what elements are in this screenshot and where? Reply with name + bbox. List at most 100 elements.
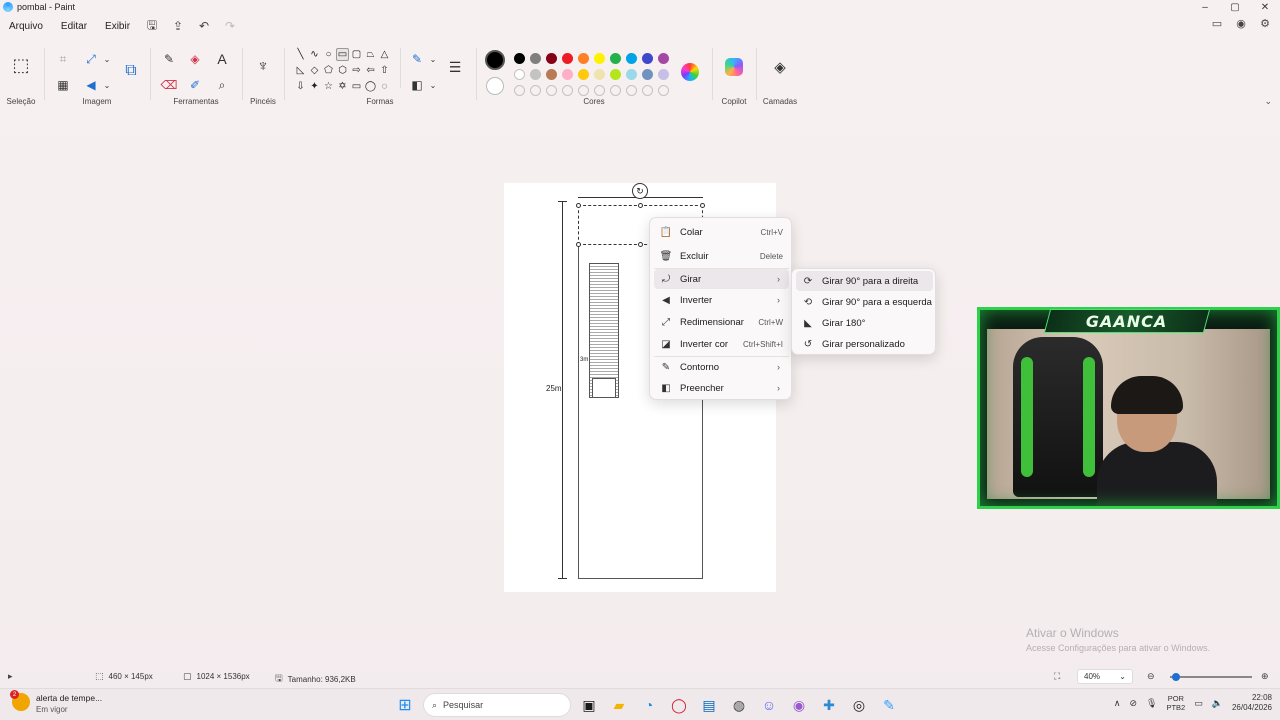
brush-icon[interactable]: ♆ <box>254 58 272 76</box>
selection-handle[interactable] <box>638 203 643 208</box>
weather-widget[interactable]: 2 alerta de tempe... Em vigor <box>10 690 102 714</box>
up-arrow-shape-icon[interactable]: ⇧ <box>378 64 391 77</box>
eraser-icon[interactable]: ⌫ <box>160 76 178 94</box>
custom-color-slot[interactable] <box>562 85 573 96</box>
rectangle-shape-icon[interactable]: ▭ <box>336 48 349 61</box>
color-swatch[interactable] <box>610 53 621 64</box>
rotate-handle-icon[interactable]: ↻ <box>632 183 648 199</box>
redo-icon[interactable]: ↷ <box>217 17 243 35</box>
copilot-icon[interactable] <box>725 58 743 76</box>
secondary-color-swatch[interactable] <box>486 77 504 95</box>
fill-bucket-icon[interactable]: ◈ <box>186 50 204 68</box>
color-swatch[interactable] <box>546 53 557 64</box>
menu-editar[interactable]: Editar <box>52 21 96 32</box>
hexagon-shape-icon[interactable]: ⬡ <box>336 64 349 77</box>
edit-colors-icon[interactable] <box>681 63 699 81</box>
down-arrow-shape-icon[interactable]: ⇩ <box>294 80 307 93</box>
left-arrow-shape-icon[interactable]: ⇦ <box>364 64 377 77</box>
rotate-custom[interactable]: ↺ Girar personalizado <box>796 334 933 354</box>
color-swatch[interactable] <box>546 69 557 80</box>
custom-color-slot[interactable] <box>530 85 541 96</box>
paint-taskbar-icon[interactable]: ✎ <box>877 693 901 717</box>
outline-dropdown-icon[interactable]: ⌄ <box>424 50 442 68</box>
opera-icon[interactable]: ◯ <box>667 693 691 717</box>
color-swatch[interactable] <box>578 69 589 80</box>
save-icon[interactable]: 🖫 <box>139 17 165 35</box>
six-point-star-icon[interactable]: ✡ <box>336 80 349 93</box>
custom-color-slot[interactable] <box>626 85 637 96</box>
ctx-fill[interactable]: ◧ Preencher › <box>654 378 789 398</box>
close-button[interactable]: ✕ <box>1250 0 1280 14</box>
custom-color-slot[interactable] <box>578 85 589 96</box>
ctx-invert-color[interactable]: ◪ Inverter cor Ctrl+Shift+I <box>654 334 789 354</box>
color-swatch[interactable] <box>514 53 525 64</box>
right-triangle-shape-icon[interactable]: ◺ <box>294 64 307 77</box>
five-point-star-icon[interactable]: ☆ <box>322 80 335 93</box>
callout-rect-icon[interactable]: ▭ <box>350 80 363 93</box>
ctx-resize[interactable]: ⤢ Redimensionar Ctrl+W <box>654 312 789 332</box>
color-picker-icon[interactable]: ✐ <box>186 76 204 94</box>
volume-icon[interactable]: 🔈 <box>1212 698 1223 709</box>
discord-icon[interactable]: ☺ <box>757 693 781 717</box>
custom-color-slot[interactable] <box>514 85 525 96</box>
custom-color-slot[interactable] <box>642 85 653 96</box>
color-swatch[interactable] <box>658 69 669 80</box>
edge-icon[interactable]: ◔ <box>637 693 661 717</box>
tray-overflow-icon[interactable]: ∧ <box>1114 698 1121 709</box>
file-explorer-icon[interactable]: ▰ <box>607 693 631 717</box>
ctx-rotate[interactable]: ⤾ Girar › <box>654 269 789 289</box>
remove-background-icon[interactable]: ⧉ <box>122 62 140 80</box>
app-icon-2[interactable]: ◉ <box>787 693 811 717</box>
color-swatch[interactable] <box>610 69 621 80</box>
color-swatch[interactable] <box>642 53 653 64</box>
account-icon[interactable]: ◉ <box>1234 16 1248 30</box>
resize-dropdown-icon[interactable]: ⌄ <box>98 50 116 68</box>
ctx-paste[interactable]: 📋 Colar Ctrl+V <box>654 222 789 242</box>
minimize-button[interactable]: – <box>1190 0 1220 14</box>
pencil-icon[interactable]: ✎ <box>160 50 178 68</box>
ctx-flip[interactable]: ◀ Inverter › <box>654 290 789 310</box>
rotate-180[interactable]: ◣ Girar 180° <box>796 313 933 333</box>
line-shape-icon[interactable]: ╲ <box>294 48 307 61</box>
magnifier-icon[interactable]: ⌕ <box>213 76 231 94</box>
rotate-90-right[interactable]: ⟳ Girar 90° para a direita <box>796 271 933 291</box>
layers-icon[interactable]: ◈ <box>771 58 789 76</box>
curve-shape-icon[interactable]: ∿ <box>308 48 321 61</box>
text-tool-icon[interactable]: A <box>213 50 231 68</box>
selection-handle[interactable] <box>576 203 581 208</box>
color-swatch[interactable] <box>578 53 589 64</box>
color-swatch[interactable] <box>626 69 637 80</box>
oval-shape-icon[interactable]: ○ <box>322 48 335 61</box>
store-icon[interactable]: ▤ <box>697 693 721 717</box>
zoom-slider[interactable] <box>1170 673 1252 681</box>
color-swatch[interactable] <box>626 53 637 64</box>
search-box[interactable]: ⌕ Pesquisar <box>423 693 571 717</box>
rotate-90-left[interactable]: ⟲ Girar 90° para a esquerda <box>796 292 933 312</box>
menu-arquivo[interactable]: Arquivo <box>0 21 52 32</box>
color-swatch[interactable] <box>562 69 573 80</box>
color-swatch[interactable] <box>594 53 605 64</box>
right-arrow-shape-icon[interactable]: ⇨ <box>350 64 363 77</box>
maximize-button[interactable]: ▢ <box>1220 0 1250 14</box>
obs-icon[interactable]: ◎ <box>847 693 871 717</box>
color-swatch[interactable] <box>658 53 669 64</box>
network-icon[interactable]: ▭ <box>1194 698 1203 709</box>
stroke-size-icon[interactable]: ☰ <box>446 58 464 76</box>
app-icon-3[interactable]: ✚ <box>817 693 841 717</box>
windows-start-icon[interactable]: ⊞ <box>393 693 417 717</box>
color-swatch[interactable] <box>562 53 573 64</box>
selection-handle[interactable] <box>576 242 581 247</box>
custom-color-slot[interactable] <box>546 85 557 96</box>
microphone-icon[interactable]: 🎙 <box>1146 698 1157 709</box>
custom-color-slot[interactable] <box>610 85 621 96</box>
triangle-shape-icon[interactable]: △ <box>378 48 391 61</box>
share-icon[interactable]: ⇪ <box>165 17 191 35</box>
crop-icon[interactable]: ⌗ <box>54 50 72 68</box>
color-swatch[interactable] <box>642 69 653 80</box>
image-select-icon[interactable]: ▦ <box>54 76 72 94</box>
language-indicator[interactable]: POR PTB2 <box>1166 694 1185 712</box>
zoom-slider-knob[interactable] <box>1172 673 1180 681</box>
fit-to-window-icon[interactable]: ⛶ <box>1054 671 1060 682</box>
selection-handle[interactable] <box>638 242 643 247</box>
polygon-shape-icon[interactable]: ⏢ <box>364 48 377 61</box>
